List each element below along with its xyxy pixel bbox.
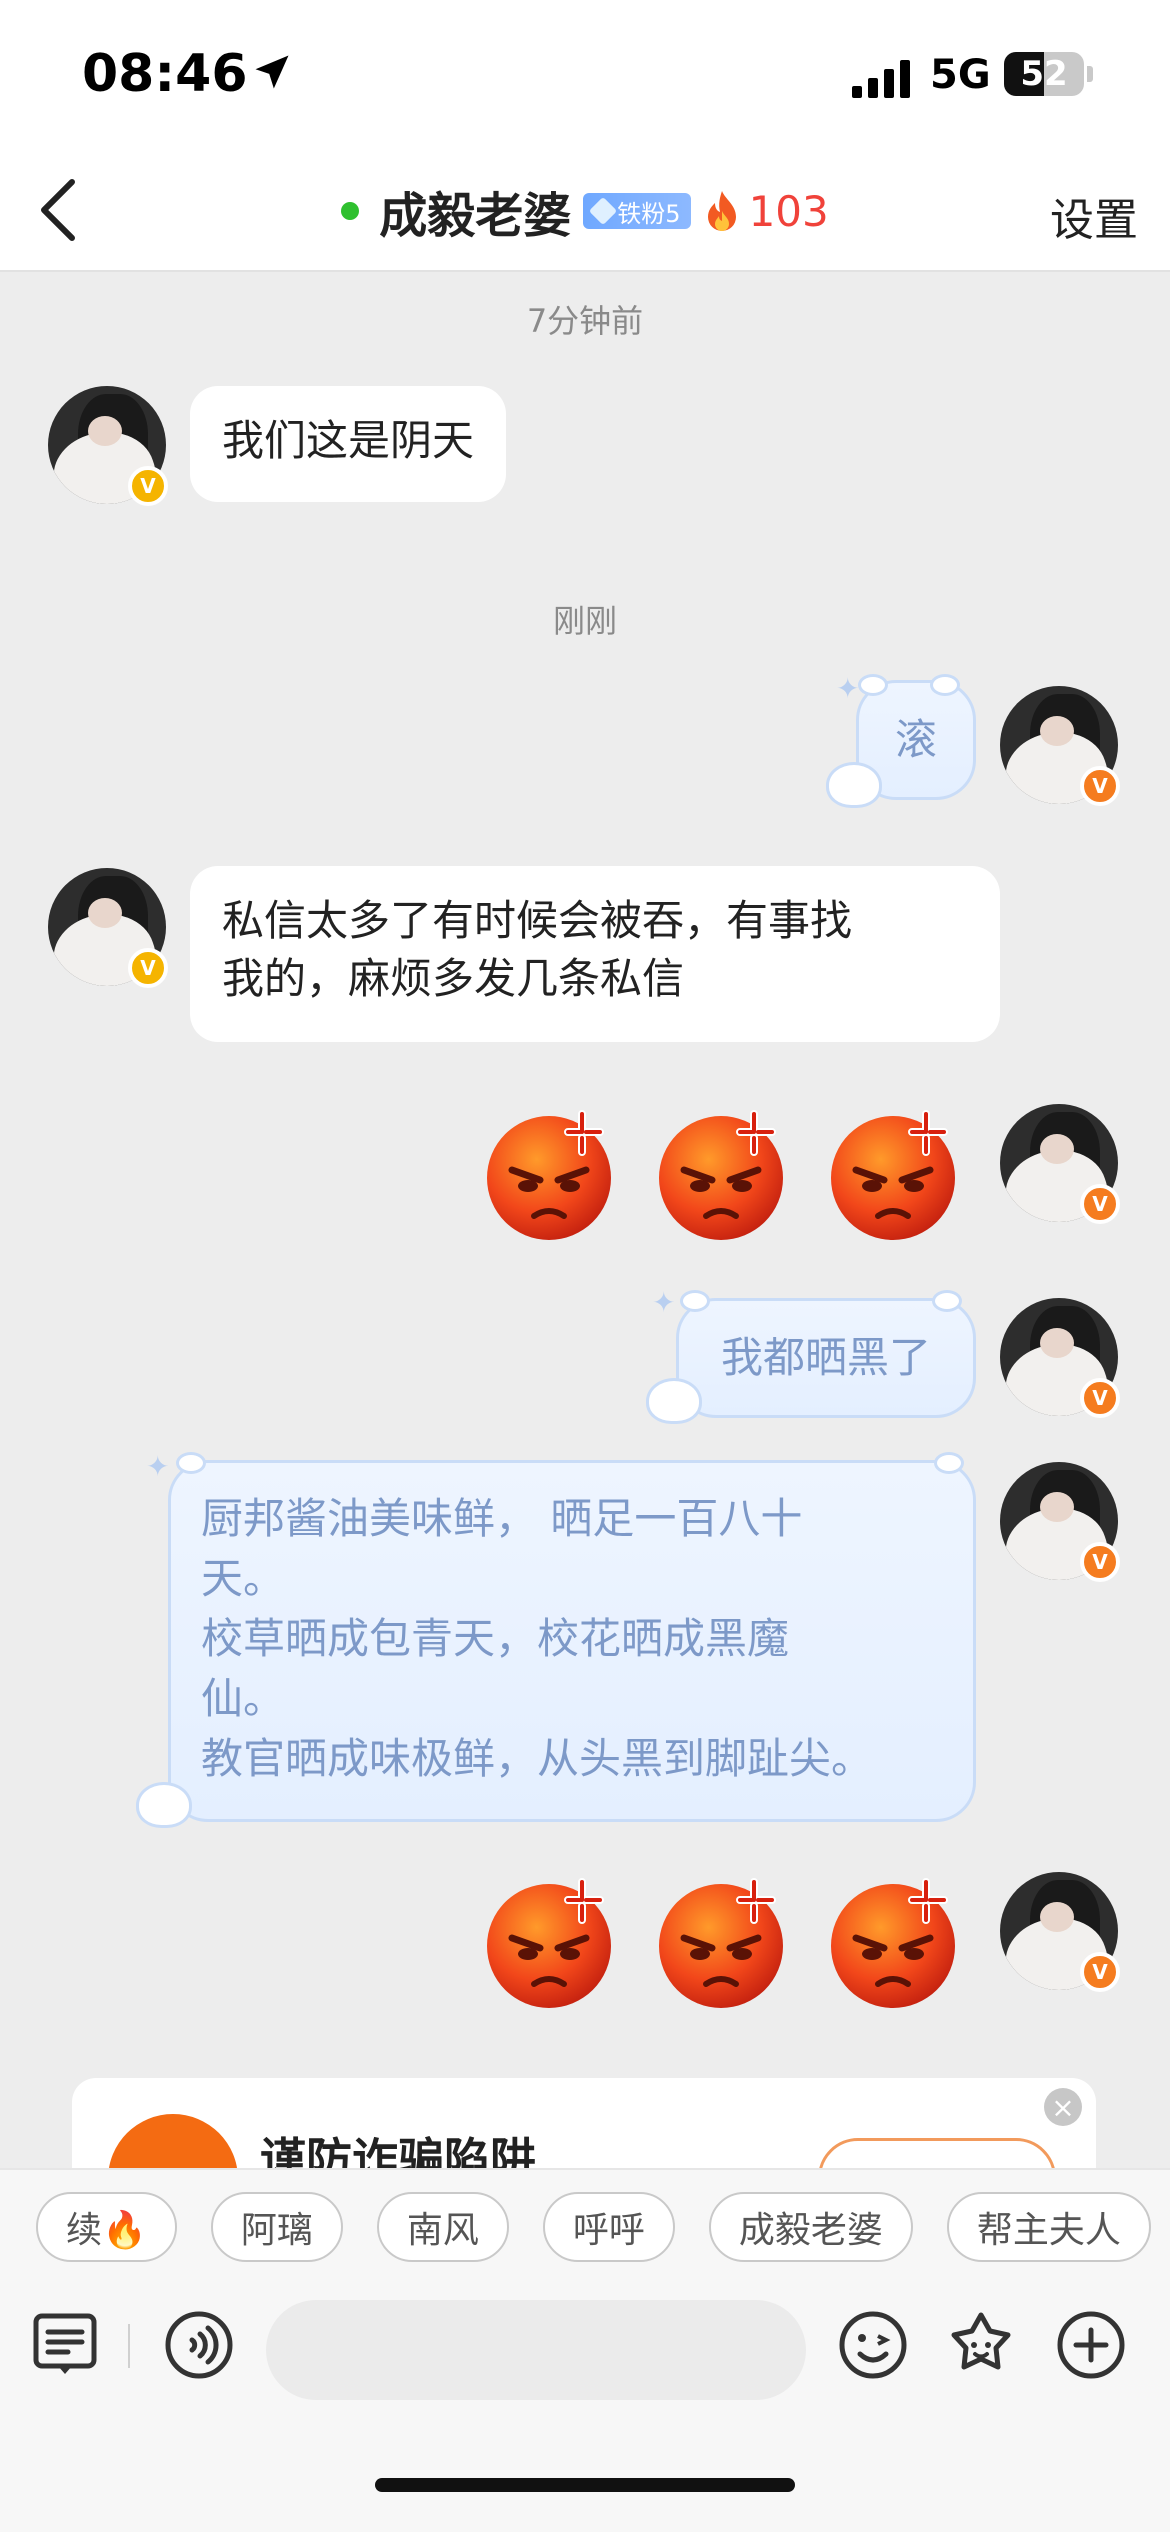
- message-text: 滚: [894, 715, 937, 764]
- message-input[interactable]: [266, 2300, 806, 2400]
- bubble-ear-decoration: [934, 1452, 964, 1474]
- plus-icon: [1057, 2311, 1125, 2379]
- battery-tip: [1087, 66, 1093, 82]
- verified-badge: V: [1080, 1184, 1120, 1224]
- sparkle-decoration: ✦: [836, 672, 860, 705]
- message-text: 我都晒黑了: [720, 1333, 931, 1382]
- quick-reply-tag[interactable]: 南风: [376, 2192, 509, 2262]
- battery-level: 52: [1020, 54, 1068, 94]
- fan-badge-label: 铁粉5: [617, 199, 681, 228]
- online-status-dot: [341, 202, 360, 220]
- verified-badge: V: [1080, 1542, 1120, 1582]
- menu-list-icon: [33, 2313, 97, 2374]
- message-bubble[interactable]: 私信太多了有时候会被吞，有事找 我的，麻烦多发几条私信: [190, 866, 1000, 1042]
- avatar[interactable]: V: [1000, 1298, 1120, 1418]
- bubble-ear-decoration: [176, 1452, 206, 1474]
- quick-reply-tag[interactable]: 帮主夫人: [946, 2192, 1151, 2262]
- message-text-line: 厨邦酱油美味鲜， 晒足一百八十: [201, 1494, 803, 1543]
- quick-reply-tags: 续🔥 阿璃 南风 呼呼 成毅老婆 帮主夫人: [36, 2192, 1151, 2262]
- verified-badge: V: [1080, 1378, 1120, 1418]
- input-bar: [0, 2278, 1170, 2532]
- avatar[interactable]: V: [1000, 1872, 1120, 1992]
- diamond-icon: [589, 196, 618, 226]
- message-text-line: 我的，麻烦多发几条私信: [222, 954, 685, 1003]
- sparkle-decoration: ✦: [652, 1286, 676, 1319]
- verified-badge: V: [1080, 1952, 1120, 1992]
- bubble-ear-decoration: [930, 674, 960, 696]
- fan-badge[interactable]: 铁粉5: [583, 193, 691, 229]
- battery-icon: 52: [1004, 52, 1084, 96]
- quick-reply-tag[interactable]: 呼呼: [542, 2192, 675, 2262]
- cloud-sticker-decoration: [826, 762, 882, 808]
- status-time: 08:46: [82, 44, 248, 104]
- verified-badge: V: [128, 466, 168, 506]
- smiley-icon: [839, 2311, 907, 2379]
- timestamp: 刚刚: [552, 602, 617, 640]
- angry-face-emoji[interactable]: [654, 1108, 788, 1242]
- verified-badge: V: [128, 948, 168, 988]
- message-text-line: 校草晒成包青天，校花晒成黑魔: [201, 1614, 790, 1663]
- avatar[interactable]: V: [1000, 1104, 1120, 1224]
- message-bubble[interactable]: 我们这是阴天: [190, 386, 507, 502]
- avatar[interactable]: V: [1000, 1462, 1120, 1582]
- angry-face-emoji[interactable]: [654, 1876, 788, 2010]
- voice-icon: [165, 2311, 233, 2379]
- message-text: 我们这是阴天: [222, 416, 475, 465]
- avatar[interactable]: V: [48, 386, 168, 506]
- location-arrow-icon: [255, 55, 289, 89]
- signal-icon: [852, 60, 910, 98]
- verified-badge: V: [1080, 766, 1120, 806]
- settings-button[interactable]: 设置: [1050, 184, 1138, 248]
- message-text-line: 教官晒成味极鲜，从头黑到脚趾尖。: [201, 1734, 874, 1783]
- network-type: 5G: [930, 52, 991, 98]
- contact-title[interactable]: 成毅老婆 铁粉5 103: [0, 150, 1170, 272]
- message-bubble[interactable]: 我都晒黑了: [676, 1298, 976, 1418]
- angry-face-emoji[interactable]: [482, 1876, 616, 2010]
- divider: [128, 2324, 130, 2368]
- sticker-icon: [951, 2312, 1011, 2370]
- cloud-sticker-decoration: [136, 1782, 192, 1828]
- voice-button[interactable]: [162, 2308, 236, 2382]
- quick-reply-tag[interactable]: 成毅老婆: [708, 2192, 913, 2262]
- angry-face-emoji[interactable]: [482, 1108, 616, 1242]
- bubble-ear-decoration: [932, 1290, 962, 1312]
- emoji-button[interactable]: [836, 2308, 910, 2382]
- fire-icon: [707, 191, 736, 231]
- avatar[interactable]: V: [1000, 686, 1120, 806]
- home-indicator[interactable]: [375, 2478, 795, 2492]
- status-bar: 08:46 5G 52: [0, 0, 1170, 150]
- fire-count: 103: [748, 186, 829, 236]
- intimacy-fire[interactable]: 103: [703, 187, 829, 236]
- quick-reply-bar: 续🔥 阿璃 南风 呼呼 成毅老婆 帮主夫人: [0, 2168, 1170, 2278]
- contact-name: 成毅老婆: [379, 188, 572, 244]
- quick-reply-tag[interactable]: 阿璃: [210, 2192, 343, 2262]
- sticker-button[interactable]: [944, 2308, 1018, 2382]
- cloud-sticker-decoration: [646, 1378, 702, 1424]
- timestamp: 7分钟前: [526, 302, 644, 340]
- close-icon[interactable]: ×: [1044, 2088, 1082, 2126]
- angry-face-emoji[interactable]: [826, 1108, 960, 1242]
- avatar[interactable]: V: [48, 868, 168, 988]
- menu-list-button[interactable]: [28, 2308, 102, 2382]
- plus-button[interactable]: [1054, 2308, 1128, 2382]
- chat-header: 成毅老婆 铁粉5 103 设置: [0, 150, 1170, 272]
- message-text-line: 天。: [201, 1554, 286, 1603]
- sparkle-decoration: ✦: [146, 1450, 170, 1483]
- quick-reply-tag[interactable]: 续🔥: [36, 2192, 177, 2262]
- angry-face-emoji[interactable]: [826, 1876, 960, 2010]
- bubble-ear-decoration: [858, 674, 888, 696]
- message-text-line: 私信太多了有时候会被吞，有事找: [222, 896, 853, 945]
- message-bubble[interactable]: 厨邦酱油美味鲜， 晒足一百八十 天。 校草晒成包青天，校花晒成黑魔 仙。 教官晒…: [168, 1460, 976, 1822]
- message-text-line: 仙。: [201, 1674, 286, 1723]
- bubble-ear-decoration: [680, 1290, 710, 1312]
